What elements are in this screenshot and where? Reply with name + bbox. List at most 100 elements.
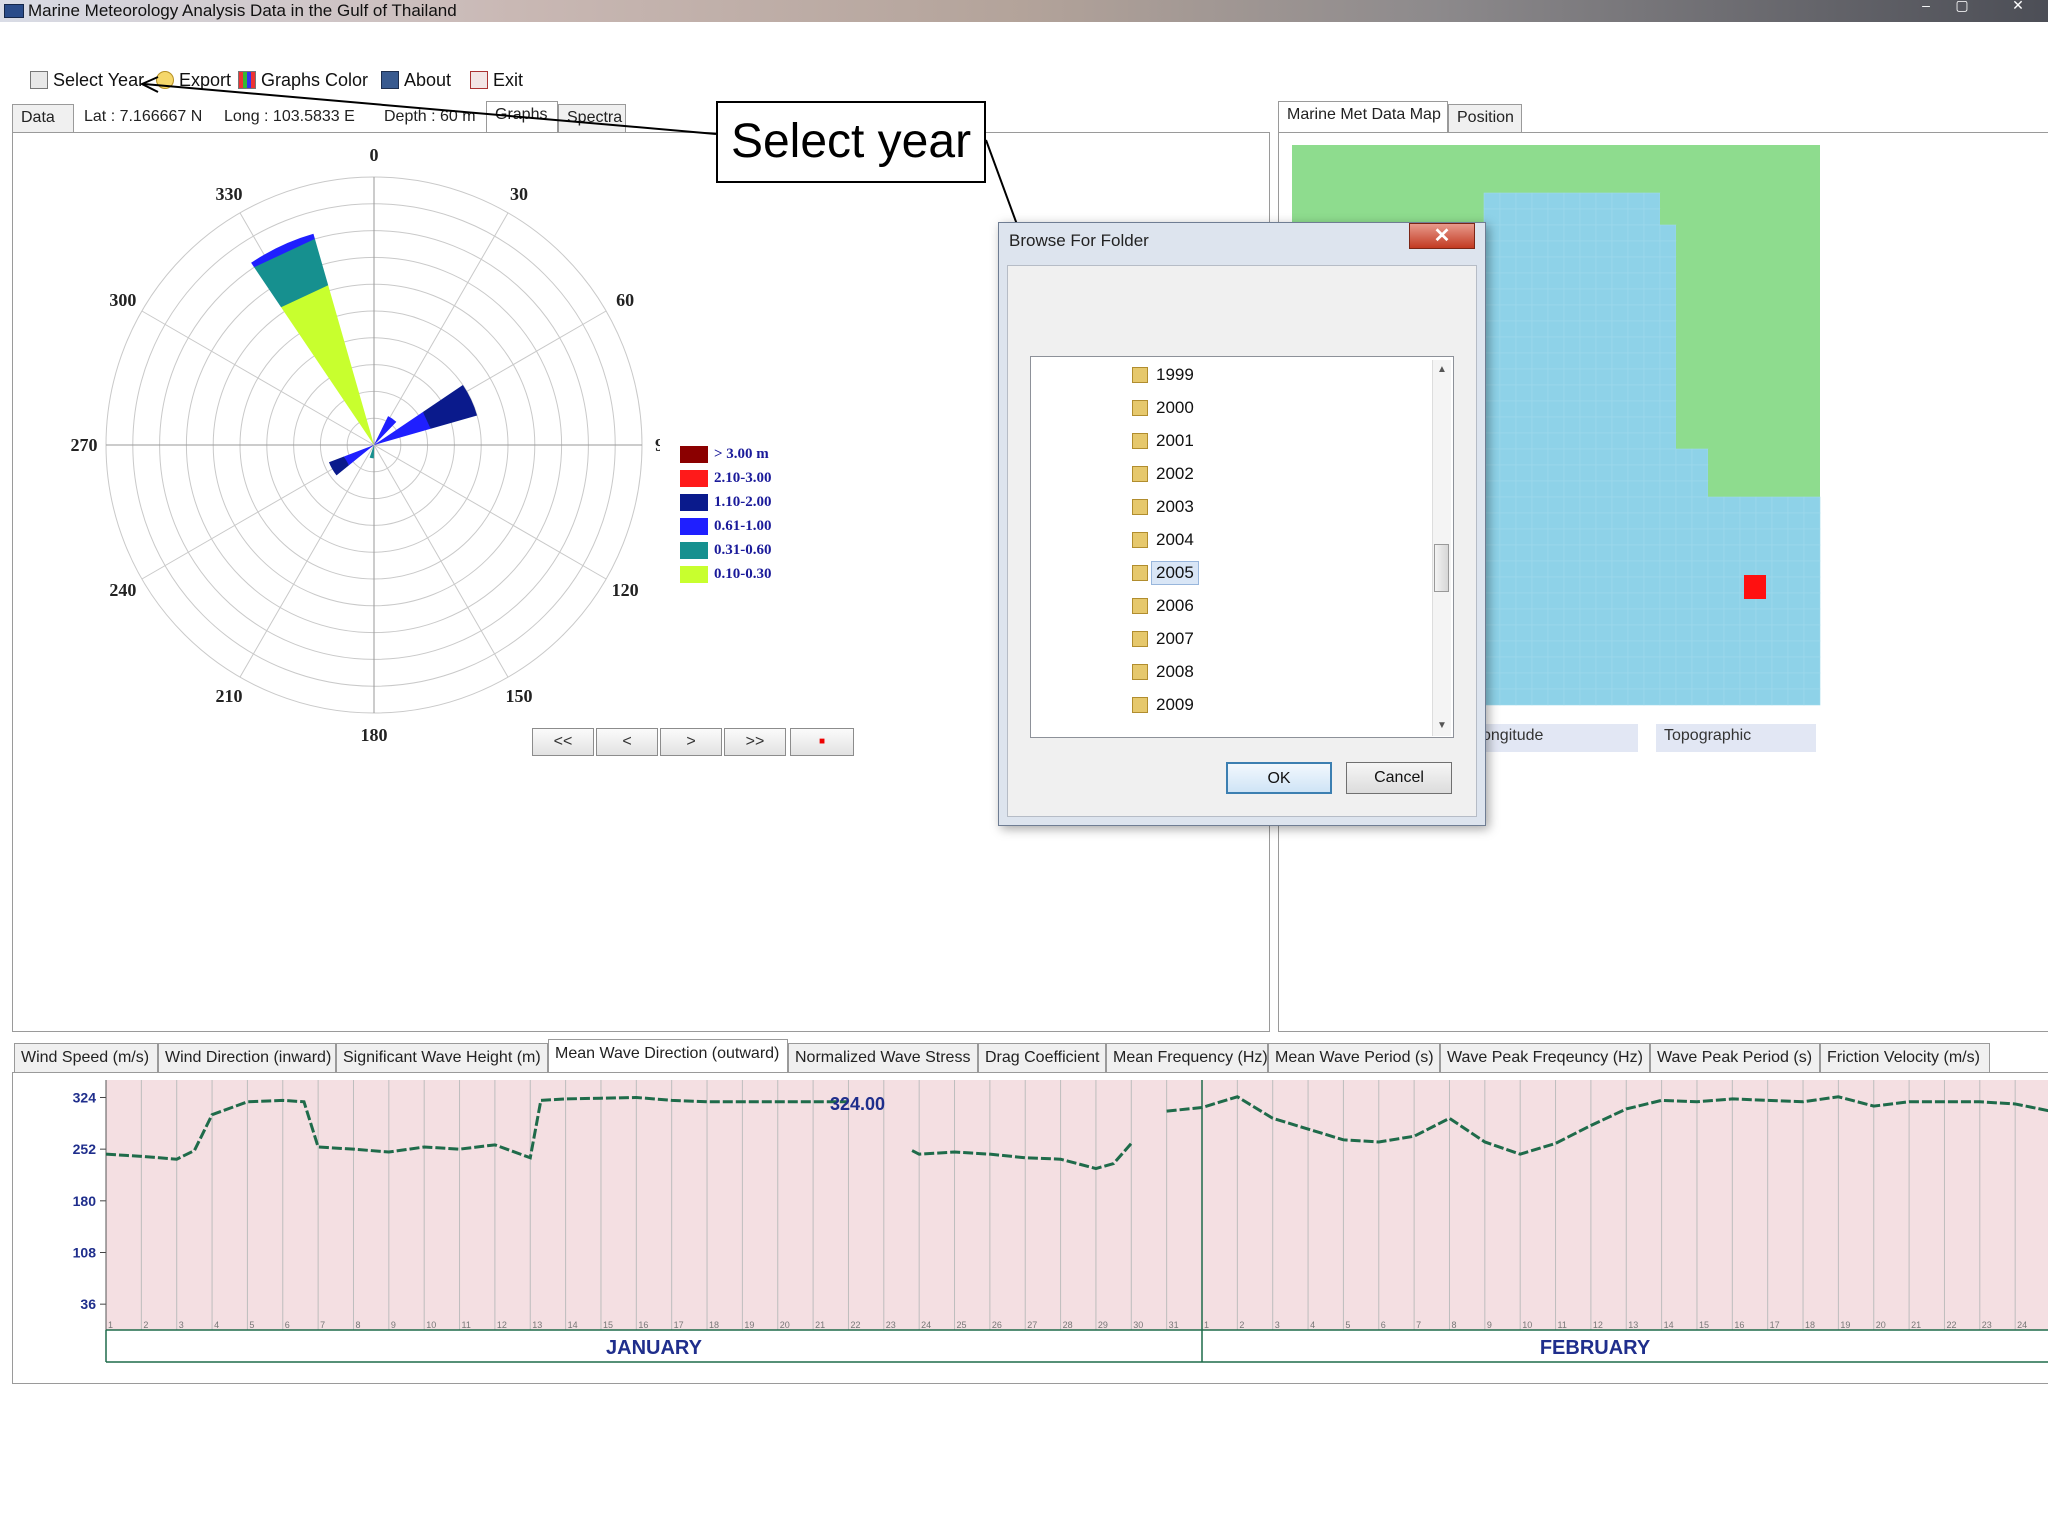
map-land-cell xyxy=(1724,193,1740,209)
map-land-cell xyxy=(1724,273,1740,289)
map-sea-cell xyxy=(1803,592,1821,610)
map-sea-cell xyxy=(1627,192,1645,210)
map-land-cell xyxy=(1772,433,1788,449)
scroll-up-icon[interactable]: ▲ xyxy=(1437,364,1447,375)
folder-item-2001[interactable]: 2001 xyxy=(1132,426,1194,456)
map-sea-cell xyxy=(1563,688,1581,706)
tab-significant-wave-height-m[interactable]: Significant Wave Height (m) xyxy=(336,1043,548,1072)
tab-wave-peak-freqeuncy-hz[interactable]: Wave Peak Freqeuncy (Hz) xyxy=(1440,1043,1650,1072)
folder-item-2008[interactable]: 2008 xyxy=(1132,657,1194,687)
tab-mean-wave-period-s[interactable]: Mean Wave Period (s) xyxy=(1268,1043,1440,1072)
folder-item-2007[interactable]: 2007 xyxy=(1132,624,1194,654)
next-button[interactable]: > xyxy=(660,728,722,756)
tab-wave-peak-period-s[interactable]: Wave Peak Period (s) xyxy=(1650,1043,1820,1072)
last-button[interactable]: >> xyxy=(724,728,786,756)
map-land-cell xyxy=(1676,209,1692,225)
map-sea-cell xyxy=(1547,672,1565,690)
tab-graphs[interactable]: Graphs xyxy=(486,101,558,132)
tab-drag-coefficient[interactable]: Drag Coefficient xyxy=(978,1043,1106,1072)
rose-direction-label: 210 xyxy=(216,686,243,706)
map-land-cell xyxy=(1804,481,1820,497)
day-tick-label: 19 xyxy=(744,1320,754,1330)
maximize-button[interactable]: ▢ xyxy=(1948,0,1976,12)
scroll-down-icon[interactable]: ▼ xyxy=(1437,720,1447,731)
map-sea-cell xyxy=(1531,464,1549,482)
close-window-button[interactable]: ✕ xyxy=(2004,0,2032,12)
folder-item-2006[interactable]: 2006 xyxy=(1132,591,1194,621)
exit-button[interactable]: Exit xyxy=(470,68,523,92)
map-land-cell xyxy=(1788,385,1804,401)
tab-marine-met-data-map[interactable]: Marine Met Data Map xyxy=(1278,101,1448,132)
map-sea-cell xyxy=(1771,512,1789,530)
folder-item-2005[interactable]: 2005 xyxy=(1132,558,1199,588)
prev-button[interactable]: < xyxy=(596,728,658,756)
tab-wind-direction-inward[interactable]: Wind Direction (inward) xyxy=(158,1043,336,1072)
folder-item-2003[interactable]: 2003 xyxy=(1132,492,1194,522)
rose-direction-label: 270 xyxy=(71,435,98,455)
map-sea-cell xyxy=(1579,208,1597,226)
day-tick-label: 15 xyxy=(1699,1320,1709,1330)
map-land-cell xyxy=(1772,209,1788,225)
map-sea-cell xyxy=(1547,224,1565,242)
map-sea-cell xyxy=(1627,208,1645,226)
map-sea-cell xyxy=(1675,464,1693,482)
map-sea-cell xyxy=(1547,256,1565,274)
map-land-cell xyxy=(1804,449,1820,465)
map-land-cell xyxy=(1676,241,1692,257)
about-button[interactable]: About xyxy=(381,68,451,92)
map-sea-cell xyxy=(1611,240,1629,258)
tab-mean-wave-direction-outward[interactable]: Mean Wave Direction (outward) xyxy=(548,1039,788,1072)
map-land-cell xyxy=(1740,145,1756,161)
folder-label: 2001 xyxy=(1156,431,1194,450)
map-sea-cell xyxy=(1595,544,1613,562)
folder-tree[interactable] xyxy=(1030,356,1454,738)
map-land-cell xyxy=(1692,257,1708,273)
map-land-cell xyxy=(1612,177,1628,193)
map-sea-cell xyxy=(1515,688,1533,706)
day-tick-label: 14 xyxy=(568,1320,578,1330)
folder-item-2002[interactable]: 2002 xyxy=(1132,459,1194,489)
minimize-button[interactable]: – xyxy=(1912,0,1940,12)
map-land-cell xyxy=(1388,193,1404,209)
select-year-button[interactable]: Select Year xyxy=(30,68,144,92)
map-sea-cell xyxy=(1659,384,1677,402)
folder-item-2000[interactable]: 2000 xyxy=(1132,393,1194,423)
tab-spectra[interactable]: Spectra xyxy=(558,104,626,132)
tab-mean-frequency-hz[interactable]: Mean Frequency (Hz) xyxy=(1106,1043,1268,1072)
tree-scrollbar[interactable]: ▲ ▼ xyxy=(1432,360,1451,736)
map-sea-cell xyxy=(1531,208,1549,226)
legend-swatch xyxy=(680,445,708,463)
folder-label: 2007 xyxy=(1156,629,1194,648)
tab-wind-speed-m-s[interactable]: Wind Speed (m/s) xyxy=(14,1043,158,1072)
scroll-thumb[interactable] xyxy=(1434,544,1449,592)
topographic-label[interactable]: Topographic xyxy=(1656,724,1816,752)
map-sea-cell xyxy=(1483,240,1501,258)
graphs-color-button[interactable]: Graphs Color xyxy=(238,68,368,92)
day-tick-label: 9 xyxy=(391,1320,396,1330)
map-land-cell xyxy=(1740,369,1756,385)
dialog-cancel-button[interactable]: Cancel xyxy=(1346,762,1452,794)
longitude-label[interactable]: ongitude xyxy=(1474,724,1638,752)
export-button[interactable]: Export xyxy=(156,68,231,92)
map-land-cell xyxy=(1564,145,1580,161)
folder-item-2009[interactable]: 2009 xyxy=(1132,690,1194,720)
dialog-close-button[interactable]: ✕ xyxy=(1409,223,1475,249)
folder-item-2004[interactable]: 2004 xyxy=(1132,525,1194,555)
first-button[interactable]: << xyxy=(532,728,594,756)
map-land-cell xyxy=(1548,177,1564,193)
tab-friction-velocity-m-s[interactable]: Friction Velocity (m/s) xyxy=(1820,1043,1990,1072)
day-tick-label: 8 xyxy=(1451,1320,1456,1330)
tab-data[interactable]: Data xyxy=(12,104,74,132)
tab-normalized-wave-stress[interactable]: Normalized Wave Stress xyxy=(788,1043,978,1072)
map-land-cell xyxy=(1804,177,1820,193)
map-land-cell xyxy=(1452,161,1468,177)
day-tick-label: 20 xyxy=(1876,1320,1886,1330)
tab-position[interactable]: Position xyxy=(1448,104,1522,132)
station-marker[interactable] xyxy=(1744,575,1766,599)
map-sea-cell xyxy=(1675,624,1693,642)
stop-button[interactable]: ■ xyxy=(790,728,854,756)
map-sea-cell xyxy=(1675,512,1693,530)
dialog-ok-button[interactable]: OK xyxy=(1226,762,1332,794)
map-sea-cell xyxy=(1739,560,1757,578)
folder-item-1999[interactable]: 1999 xyxy=(1132,360,1194,390)
